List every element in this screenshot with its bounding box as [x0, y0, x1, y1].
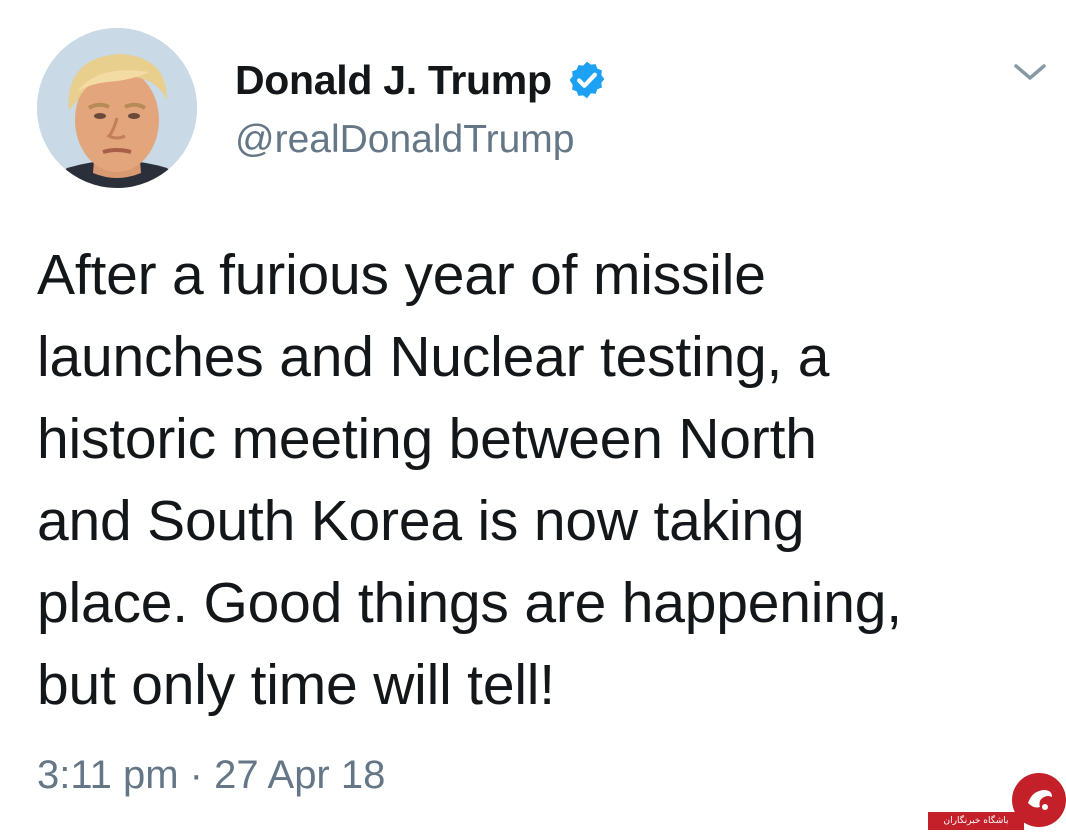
tweet-text-line: but only time will tell!	[37, 653, 555, 717]
author-handle[interactable]: @realDonaldTrump	[235, 118, 574, 162]
author-display-name[interactable]: Donald J. Trump	[235, 57, 552, 104]
tweet-timestamp[interactable]: 3:11 pm · 27 Apr 18	[37, 753, 385, 798]
tweet-text-line: launches and Nuclear testing, a	[37, 325, 830, 389]
tweet-text-line: and South Korea is now taking	[37, 489, 805, 553]
author-name-row: Donald J. Trump	[235, 55, 608, 105]
chevron-down-icon[interactable]	[1012, 58, 1048, 86]
avatar[interactable]	[37, 28, 197, 188]
news-agency-logo-icon	[1012, 773, 1066, 827]
profile-photo	[37, 28, 197, 188]
tweet-text-line: After a furious year of missile	[37, 243, 766, 307]
tweet-text-line: place. Good things are happening,	[37, 571, 902, 635]
tweet-text: After a furious year of missile launches…	[37, 234, 1047, 726]
watermark-text: باشگاه خبرنگاران	[928, 812, 1024, 830]
watermark: باشگاه خبرنگاران	[928, 771, 1066, 831]
verified-badge-icon	[566, 59, 608, 101]
tweet-card: Donald J. Trump @realDonaldTrump After a…	[0, 0, 1066, 831]
tweet-text-line: historic meeting between North	[37, 407, 817, 471]
